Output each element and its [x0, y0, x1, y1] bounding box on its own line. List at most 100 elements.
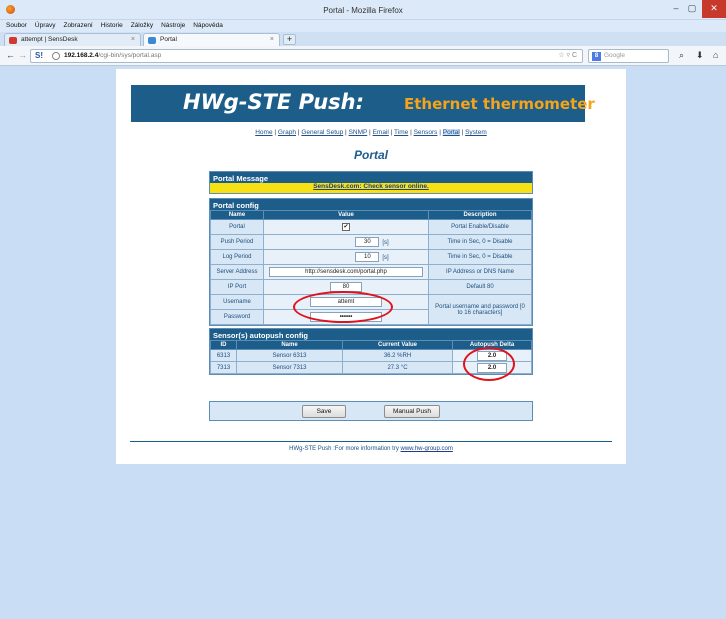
row-description: Time in Sec, 0 = Disable — [428, 234, 532, 250]
window-title: Portal - Mozilla Firefox — [323, 6, 403, 15]
push-period-unit: [s] — [382, 239, 389, 246]
log-period-input[interactable]: 10 — [355, 252, 380, 262]
url-text[interactable]: 192.168.2.4/cgi-bin/sys/portal.asp — [64, 52, 161, 59]
search-input[interactable]: 8 Google — [588, 49, 669, 63]
menu-soubor[interactable]: Soubor — [6, 22, 27, 29]
col-current-value: Current Value — [342, 340, 453, 350]
sensdesk-favicon-icon — [9, 37, 17, 44]
menu-zalozky[interactable]: Záložky — [131, 22, 153, 29]
password-input[interactable]: •••••• — [310, 312, 382, 322]
manual-push-button[interactable]: Manual Push — [384, 405, 440, 418]
menu-separator: | — [410, 129, 412, 136]
tab-close-icon[interactable]: × — [131, 36, 135, 43]
table-row: Push Period 30 [s] Time in Sec, 0 = Disab… — [210, 234, 532, 250]
footer-divider — [130, 441, 612, 442]
menu-link-graph[interactable]: Graph — [278, 129, 296, 136]
menu-link-snmp[interactable]: SNMP — [349, 129, 368, 136]
row-description: IP Address or DNS Name — [428, 264, 532, 280]
tab-portal[interactable]: Portal × — [143, 33, 280, 46]
portal-message-header: Portal Message — [210, 172, 532, 183]
minimize-button[interactable]: – — [668, 0, 684, 18]
footer-link[interactable]: www.hw-group.com — [401, 446, 453, 452]
menu-link-portal[interactable]: Portal — [442, 129, 460, 136]
maximize-button[interactable]: ▢ — [684, 0, 700, 18]
autopush-delta-input[interactable]: 2.0 — [477, 350, 507, 361]
portal-config-panel: Portal config Name Value Description Por… — [209, 198, 533, 326]
page-content: HWg-STE Push: Ethernet thermometer Home … — [116, 69, 626, 464]
server-address-input[interactable]: http://sensdesk.com/portal.php — [269, 267, 423, 277]
menu-zobrazeni[interactable]: Zobrazení — [63, 22, 92, 29]
menu-separator: | — [345, 129, 347, 136]
tab-close-icon[interactable]: × — [270, 36, 274, 43]
action-bar: Save Manual Push — [209, 401, 533, 421]
top-menu: Home | Graph | General Setup | SNMP | Em… — [116, 129, 626, 136]
table-row: Username attemt Portal username and pass… — [210, 294, 532, 325]
google-icon[interactable]: 8 — [592, 52, 601, 61]
menu-historie[interactable]: Historie — [101, 22, 123, 29]
username-input[interactable]: attemt — [310, 297, 382, 307]
row-name: IP Port — [210, 279, 264, 295]
sensor-id: 7313 — [210, 361, 237, 374]
sensor-name: Sensor 6313 — [236, 349, 343, 362]
sensor-table: ID Name Current Value Autopush Delta 631… — [210, 340, 532, 374]
tab-attempt-sensdesk[interactable]: attempt | SensDesk × — [4, 33, 141, 46]
table-row: IP Port 80 Default 80 — [210, 279, 532, 295]
autopush-delta-input[interactable]: 2.0 — [477, 362, 507, 373]
menu-bar: Soubor Úpravy Zobrazení Historie Záložky… — [0, 20, 726, 32]
portal-favicon-icon — [148, 37, 156, 44]
sensor-value: 36.2 %RH — [342, 349, 453, 362]
url-tools[interactable]: ☆ ▿ C — [558, 51, 577, 59]
ip-port-input[interactable]: 80 — [330, 282, 362, 292]
menu-nastroje[interactable]: Nástroje — [161, 22, 185, 29]
table-row: Portal ✔ Portal Enable/Disable — [210, 219, 532, 235]
credentials-description: Portal username and password [0 to 16 ch… — [428, 294, 532, 325]
portal-enable-checkbox[interactable]: ✔ — [342, 223, 350, 231]
save-button[interactable]: Save — [302, 405, 346, 418]
menu-separator: | — [461, 129, 464, 136]
row-description: Portal Enable/Disable — [428, 219, 532, 235]
table-row: Server Address http://sensdesk.com/porta… — [210, 264, 532, 280]
menu-link-home[interactable]: Home — [255, 129, 272, 136]
search-icon[interactable]: ⌕ — [679, 50, 684, 61]
col-description: Description — [428, 210, 532, 220]
download-icon[interactable]: ⬇ — [696, 50, 704, 61]
navigation-bar: ← → S! 192.168.2.4/cgi-bin/sys/portal.as… — [0, 46, 726, 66]
push-period-input[interactable]: 30 — [355, 237, 380, 247]
menu-link-general-setup[interactable]: General Setup — [301, 129, 343, 136]
row-description: Default 80 — [428, 279, 532, 295]
footer-text: HWg-STE Push :For more information try — [289, 446, 401, 452]
menu-upravy[interactable]: Úpravy — [35, 22, 56, 29]
col-sensor-name: Name — [236, 340, 343, 350]
url-bar[interactable]: S! 192.168.2.4/cgi-bin/sys/portal.asp ☆ … — [30, 49, 583, 63]
footer: HWg-STE Push :For more information try w… — [116, 446, 626, 452]
sensor-autopush-header: Sensor(s) autopush config — [210, 329, 532, 340]
menu-link-time[interactable]: Time — [394, 129, 408, 136]
page-title: Portal — [353, 148, 388, 162]
globe-icon — [52, 52, 60, 60]
sensor-autopush-panel: Sensor(s) autopush config ID Name Curren… — [209, 328, 533, 375]
menu-link-sensors[interactable]: Sensors — [414, 129, 438, 136]
close-window-button[interactable]: ✕ — [702, 0, 726, 18]
menu-link-email[interactable]: Email — [373, 129, 389, 136]
col-id: ID — [210, 340, 237, 350]
new-tab-button[interactable]: + — [283, 34, 296, 45]
site-identity-icon[interactable]: S! — [35, 51, 43, 60]
col-name: Name — [210, 210, 264, 220]
back-icon[interactable]: ← — [6, 50, 15, 60]
search-placeholder: Google — [604, 52, 625, 59]
home-icon[interactable]: ⌂ — [713, 50, 718, 60]
table-row: 6313 Sensor 6313 36.2 %RH 2.0 — [210, 349, 532, 362]
sensor-id: 6313 — [210, 349, 237, 362]
log-period-unit: [s] — [382, 254, 389, 261]
product-banner: HWg-STE Push: Ethernet thermometer — [131, 85, 595, 122]
tab-label: Portal — [160, 36, 177, 43]
forward-icon[interactable]: → — [18, 50, 27, 60]
table-row: Log Period 10 [s] Time in Sec, 0 = Disabl… — [210, 249, 532, 265]
portal-message-link[interactable]: SensDesk.com: Check sensor online. — [313, 183, 429, 190]
portal-config-header: Portal config — [210, 199, 532, 210]
portal-message-panel: Portal Message SensDesk.com: Check senso… — [209, 171, 533, 194]
menu-napoveda[interactable]: Nápověda — [193, 22, 223, 29]
menu-separator: | — [439, 129, 441, 136]
tab-bar: attempt | SensDesk × Portal × + — [0, 32, 726, 46]
menu-link-system[interactable]: System — [465, 129, 487, 136]
